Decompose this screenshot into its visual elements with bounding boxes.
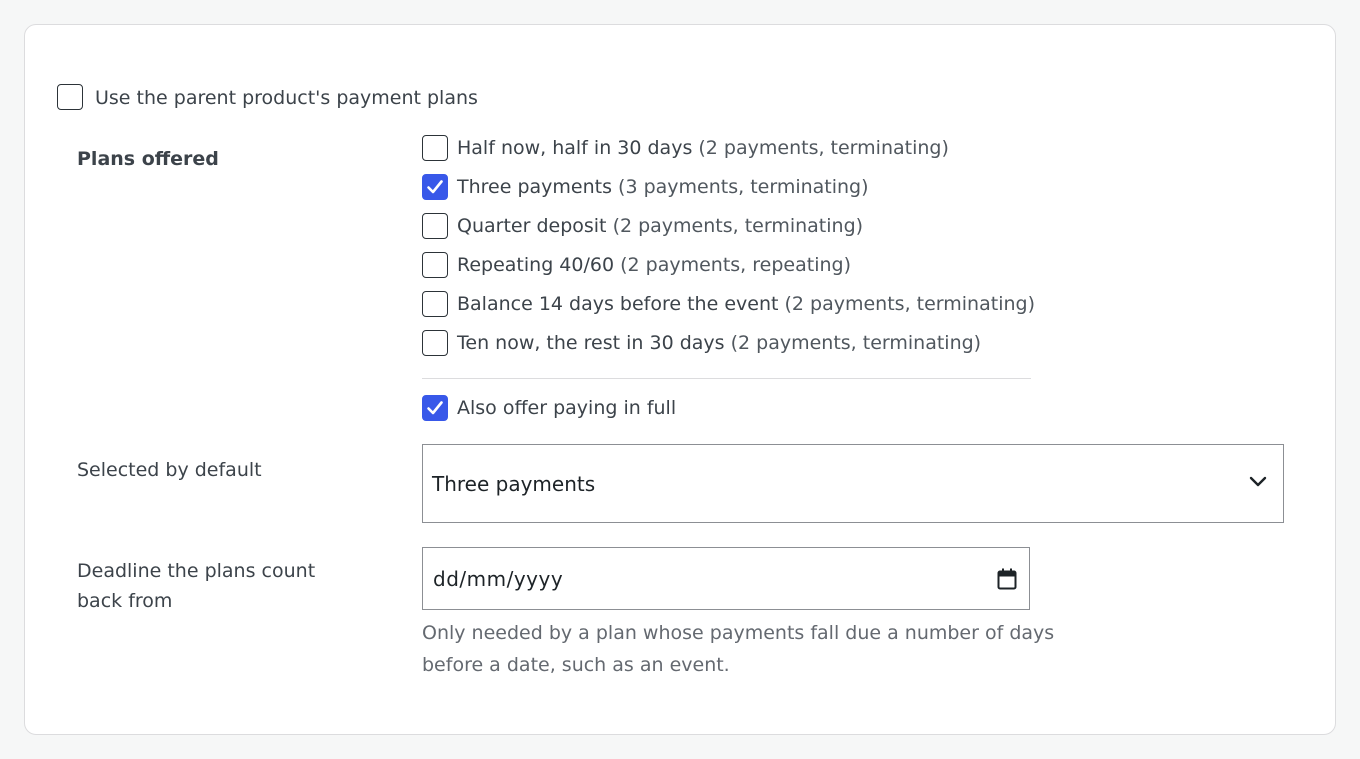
plan-detail: (2 payments, terminating): [698, 137, 949, 159]
plan-name: Repeating 40/60: [457, 254, 615, 276]
deadline-help-text: Only needed by a plan whose payments fal…: [422, 622, 1055, 676]
plan-name: Half now, half in 30 days: [457, 137, 693, 159]
chevron-down-icon: [1249, 476, 1267, 487]
plan-option-ten-now: Ten now, the rest in 30 days (2 payments…: [457, 330, 981, 356]
plan-checkbox-ten-now[interactable]: [422, 330, 448, 356]
plan-detail: (2 payments, terminating): [730, 332, 982, 354]
default-plan-select[interactable]: Three payments: [422, 444, 1284, 523]
plan-detail: (2 payments, terminating): [612, 215, 864, 237]
plan-option-half-now: Half now, half in 30 days (2 payments, t…: [457, 135, 949, 161]
plan-checkbox-balance-14-days[interactable]: [422, 291, 448, 317]
pay-in-full-checkbox[interactable]: [422, 395, 448, 421]
use-parent-plans-checkbox[interactable]: [57, 84, 83, 110]
plan-name: Ten now, the rest in 30 days: [457, 332, 725, 354]
deadline-label-line2: back from: [77, 590, 173, 612]
plans-divider: [422, 378, 1031, 379]
deadline-date-input[interactable]: dd/mm/yyyy: [422, 547, 1030, 610]
plan-detail: (2 payments, repeating): [620, 254, 851, 276]
pay-in-full-label: Also offer paying in full: [457, 397, 677, 419]
plan-option-three-payments: Three payments (3 payments, terminating): [457, 174, 869, 200]
plan-checkbox-quarter-deposit[interactable]: [422, 213, 448, 239]
deadline-label-line1: Deadline the plans count: [77, 560, 316, 582]
plan-checkbox-half-now[interactable]: [422, 135, 448, 161]
plan-name: Balance 14 days before the event: [457, 293, 779, 315]
plan-name: Three payments: [457, 176, 612, 198]
plan-detail: (3 payments, terminating): [618, 176, 869, 198]
plan-option-quarter-deposit: Quarter deposit (2 payments, terminating…: [457, 213, 863, 239]
checkmark-icon: [427, 401, 443, 415]
plan-checkbox-repeating[interactable]: [422, 252, 448, 278]
deadline-date-placeholder: dd/mm/yyyy: [433, 567, 564, 591]
calendar-icon[interactable]: [997, 568, 1017, 590]
checkmark-icon: [427, 180, 443, 194]
default-plan-label: Selected by default: [77, 459, 262, 481]
default-plan-value: Three payments: [432, 472, 596, 496]
plan-checkbox-three-payments[interactable]: [422, 174, 448, 200]
plan-detail: (2 payments, terminating): [784, 293, 1036, 315]
use-parent-plans-label: Use the parent product's payment plans: [95, 87, 478, 109]
plan-name: Quarter deposit: [457, 215, 607, 237]
plans-offered-heading: Plans offered: [77, 148, 219, 170]
plan-option-repeating: Repeating 40/60 (2 payments, repeating): [457, 252, 851, 278]
payment-plans-panel: Use the parent product's payment plans P…: [24, 24, 1336, 735]
plan-option-balance-14-days: Balance 14 days before the event (2 paym…: [457, 291, 1035, 317]
